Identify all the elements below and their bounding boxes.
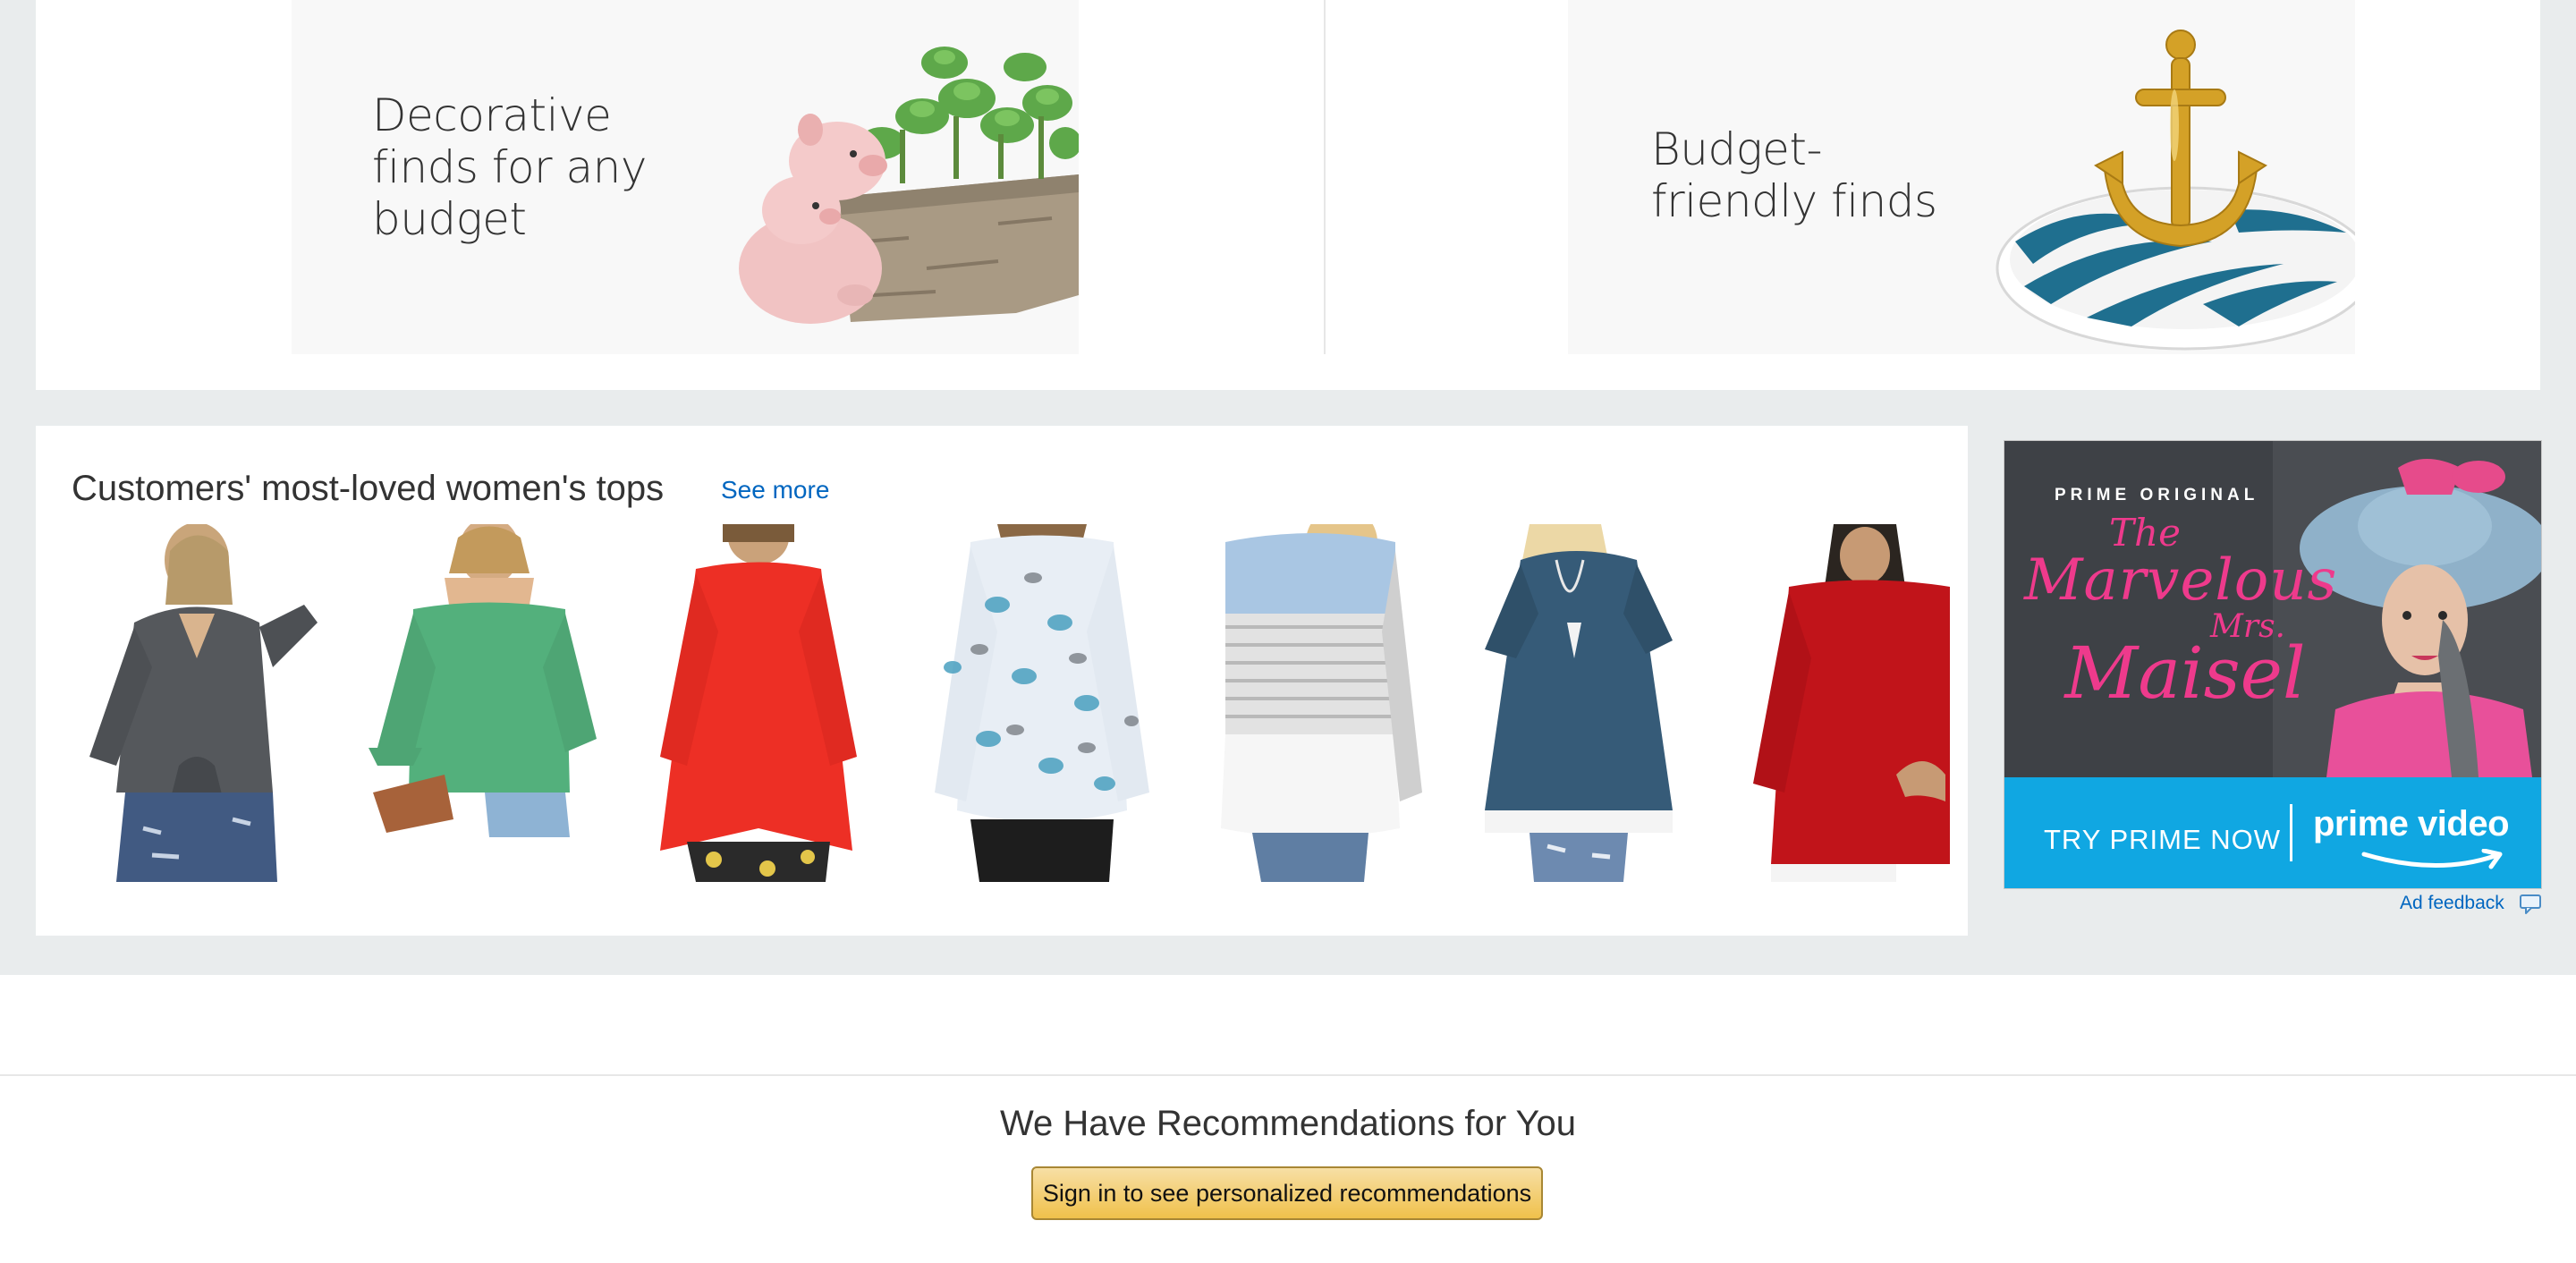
promo-budget-friendly-finds[interactable]: Budget-friendly finds xyxy=(1568,0,2355,354)
ad-cta-text: TRY PRIME NOW xyxy=(2044,824,2282,855)
promo-decorative-finds[interactable]: Decorative finds for any budget xyxy=(292,0,1079,354)
ad-show-title-line1: The xyxy=(2109,511,2181,555)
ad-show-title: The Marvelous Mrs. Maisel xyxy=(2024,514,2338,715)
section-divider xyxy=(0,1074,2576,1076)
product-paisley-print-blouse[interactable] xyxy=(917,524,1167,882)
ad-cta-bar: TRY PRIME NOW prime video xyxy=(2004,777,2541,888)
ad-show-title-line2: Marvelous xyxy=(2024,547,2338,614)
promo-decorative-finds-text: Decorative finds for any budget xyxy=(372,89,647,245)
product-red-cold-shoulder-top[interactable] xyxy=(1717,524,1968,882)
womens-tops-card: Customers' most-loved women's tops See m… xyxy=(36,426,1968,936)
prime-video-logo: prime video xyxy=(2313,804,2510,843)
see-more-link[interactable]: See more xyxy=(721,476,829,504)
product-blue-grey-striped-colorblock-top[interactable] xyxy=(1190,524,1440,882)
ad-show-title-line4: Maisel xyxy=(2064,632,2306,715)
recommendations-title: We Have Recommendations for You xyxy=(999,1104,1577,1143)
ad-show-artwork: PRIME ORIGINAL The Marvelous Mrs. Maisel xyxy=(2004,441,2541,777)
pig-planter-image xyxy=(739,47,1079,324)
prime-video-ad[interactable]: PRIME ORIGINAL The Marvelous Mrs. Maisel… xyxy=(2004,440,2542,889)
product-green-off-shoulder-top[interactable] xyxy=(360,524,610,882)
promo-card: Decorative finds for any budget Budget-f… xyxy=(36,0,2540,390)
anchor-ring-dish-image xyxy=(1996,30,2355,351)
product-grey-tie-front-knit-top[interactable] xyxy=(80,524,331,882)
sign-in-recommendations-button[interactable]: Sign in to see personalized recommendati… xyxy=(1031,1166,1543,1220)
womens-tops-title: Customers' most-loved women's tops xyxy=(72,469,665,508)
ad-feedback-link[interactable]: Ad feedback xyxy=(2400,893,2504,914)
prime-smile-icon xyxy=(2361,849,2503,869)
promo-budget-friendly-finds-text: Budget-friendly finds xyxy=(1651,123,1937,227)
speech-bubble-icon[interactable] xyxy=(2519,894,2542,915)
product-red-swing-tunic-top[interactable] xyxy=(633,524,884,882)
promo-divider xyxy=(1324,0,1326,354)
product-navy-lace-hem-tunic[interactable] xyxy=(1467,524,1717,882)
ad-separator xyxy=(2290,804,2292,861)
ad-kicker: PRIME ORIGINAL xyxy=(2055,486,2259,504)
